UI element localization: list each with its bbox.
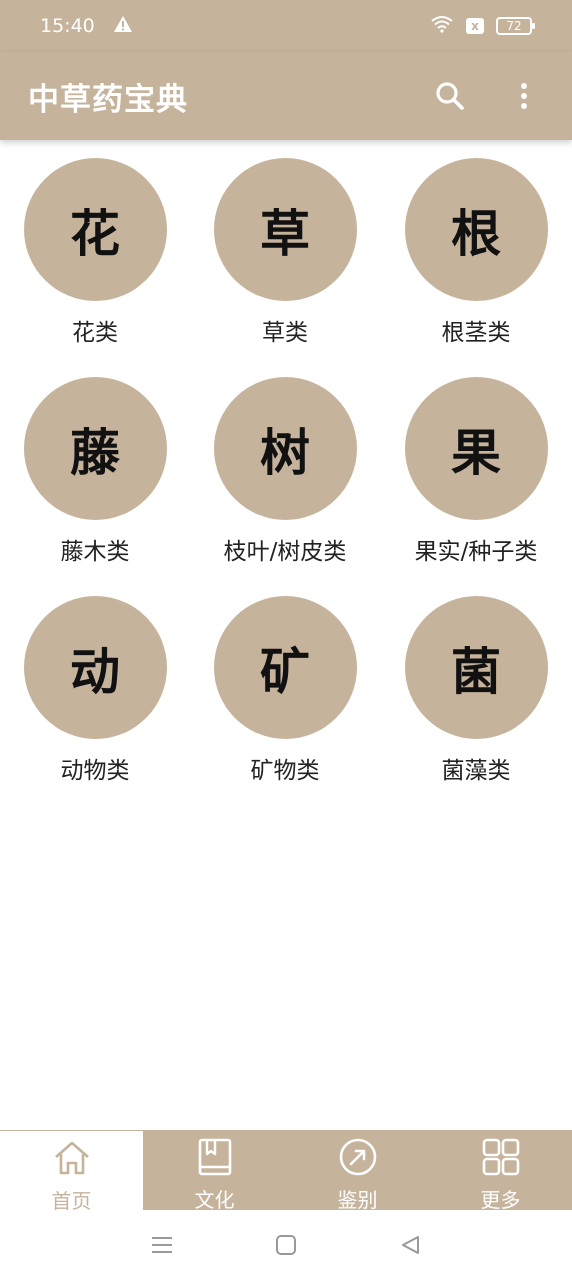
category-glyph: 矿 <box>213 596 357 739</box>
status-bar: 15:40 x 72 <box>0 0 572 52</box>
battery-level: 72 <box>506 19 522 33</box>
bottom-nav: 首页 文化 鉴别 更多 <box>0 1130 572 1213</box>
category-leaf-bark[interactable]: 树 枝叶/树皮类 <box>190 377 380 570</box>
screen: 15:40 x 72 中草药宝典 花 花类 草 草类 根 根茎类 藤 藤木类 树… <box>0 0 572 1280</box>
category-label: 矿物类 <box>250 758 320 784</box>
category-label: 菌藻类 <box>441 758 511 784</box>
app-title: 中草药宝典 <box>28 81 188 118</box>
category-label: 果实/种子类 <box>414 539 538 565</box>
home-square-icon[interactable] <box>266 1225 306 1265</box>
category-label: 枝叶/树皮类 <box>223 539 347 565</box>
status-left: 15:40 <box>40 15 133 38</box>
sim-icon: x <box>466 18 484 34</box>
warning-icon <box>113 15 133 38</box>
category-label: 草类 <box>262 320 308 346</box>
nav-culture[interactable]: 文化 <box>143 1130 286 1212</box>
home-icon <box>51 1137 93 1183</box>
nav-label: 鉴别 <box>337 1188 378 1212</box>
category-glyph: 花 <box>23 158 167 301</box>
category-glyph: 动 <box>23 596 167 739</box>
more-vert-icon[interactable] <box>504 76 544 116</box>
category-label: 藤木类 <box>60 539 130 565</box>
compass-icon <box>337 1136 379 1182</box>
category-glyph: 树 <box>213 377 357 520</box>
search-icon[interactable] <box>430 76 470 116</box>
category-root[interactable]: 根 根茎类 <box>380 158 572 351</box>
nav-more[interactable]: 更多 <box>429 1130 572 1212</box>
status-right: x 72 <box>430 15 535 38</box>
category-glyph: 果 <box>404 377 548 520</box>
category-label: 花类 <box>72 320 118 346</box>
category-fungus-algae[interactable]: 菌 菌藻类 <box>380 596 572 789</box>
category-animal[interactable]: 动 动物类 <box>0 596 190 789</box>
category-flower[interactable]: 花 花类 <box>0 158 190 351</box>
system-nav <box>0 1210 572 1280</box>
battery-icon: 72 <box>496 17 535 35</box>
category-fruit-seed[interactable]: 果 果实/种子类 <box>380 377 572 570</box>
menu-icon[interactable] <box>142 1225 182 1265</box>
status-time: 15:40 <box>40 15 95 37</box>
category-vine[interactable]: 藤 藤木类 <box>0 377 190 570</box>
category-glyph: 藤 <box>23 377 167 520</box>
nav-label: 更多 <box>480 1188 521 1212</box>
book-icon <box>194 1136 236 1182</box>
category-grid: 花 花类 草 草类 根 根茎类 藤 藤木类 树 枝叶/树皮类 果 果实/种子类 … <box>0 158 572 789</box>
category-glyph: 根 <box>404 158 548 301</box>
category-mineral[interactable]: 矿 矿物类 <box>190 596 380 789</box>
grid-icon <box>480 1136 522 1182</box>
nav-home[interactable]: 首页 <box>0 1130 143 1213</box>
wifi-icon <box>430 15 454 38</box>
category-label: 动物类 <box>60 758 130 784</box>
app-actions <box>430 76 544 116</box>
category-herb[interactable]: 草 草类 <box>190 158 380 351</box>
category-glyph: 菌 <box>404 596 548 739</box>
app-bar: 中草药宝典 <box>0 52 572 140</box>
nav-identify[interactable]: 鉴别 <box>286 1130 429 1212</box>
category-label: 根茎类 <box>441 320 511 346</box>
back-icon[interactable] <box>390 1225 430 1265</box>
category-glyph: 草 <box>213 158 357 301</box>
nav-label: 文化 <box>194 1188 235 1212</box>
